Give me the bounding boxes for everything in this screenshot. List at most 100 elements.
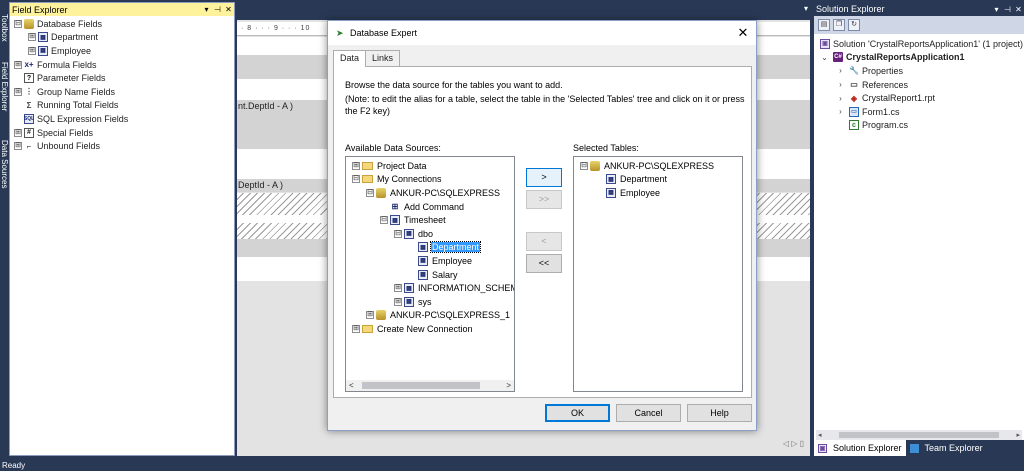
- expand-icon[interactable]: ⊞: [352, 324, 360, 333]
- field-tree: ⊟ Database Fields ⊞ ▦ Department ⊞ ▦ Emp…: [10, 16, 234, 153]
- tab-solution-explorer[interactable]: ▣ Solution Explorer: [814, 440, 906, 456]
- expand-icon[interactable]: ⊞: [14, 87, 22, 96]
- horizontal-scrollbar[interactable]: < >: [346, 380, 514, 391]
- dialog-titlebar[interactable]: ➤ Database Expert ✕: [328, 21, 756, 45]
- add-selected-button[interactable]: >: [526, 168, 562, 187]
- project-node[interactable]: ⌄ C# CrystalReportsApplication1: [814, 51, 1024, 65]
- data-sources-tab[interactable]: Data Sources: [0, 140, 9, 210]
- tree-item-form1[interactable]: › ▭ Form1.cs: [814, 105, 1024, 119]
- add-all-button[interactable]: >>: [526, 190, 562, 209]
- left-tool-window-bar: Toolbox Field Explorer Data Sources: [0, 0, 9, 460]
- pin-icon[interactable]: ⊣: [212, 5, 223, 14]
- collapse-icon[interactable]: ⊟: [380, 216, 388, 225]
- chevron-right-icon[interactable]: ›: [836, 80, 845, 89]
- tree-item-selected-employee[interactable]: ▦ Employee: [578, 186, 715, 200]
- tree-item-server-sqlexpress[interactable]: ⊟ ANKUR-PC\SQLEXPRESS: [350, 186, 514, 200]
- tree-item-server-sqlexpress-1[interactable]: ⊞ ANKUR-PC\SQLEXPRESS_1: [350, 309, 514, 323]
- close-icon[interactable]: ✕: [1013, 5, 1024, 14]
- tree-item-formula-fields[interactable]: ⊞ x+ Formula Fields: [10, 58, 234, 72]
- chevron-right-icon[interactable]: ›: [836, 94, 845, 103]
- tree-item-special-fields[interactable]: ⊞ # Special Fields: [10, 126, 234, 140]
- ok-button[interactable]: OK: [545, 404, 610, 422]
- selected-tables-tree[interactable]: ⊟ ANKUR-PC\SQLEXPRESS ▦ Department ▦ Emp…: [573, 156, 743, 392]
- tree-item-employee[interactable]: ⊞ ▦ Employee: [10, 44, 234, 58]
- remove-all-button[interactable]: <<: [526, 254, 562, 273]
- tree-item-timesheet[interactable]: ⊟ ▦ Timesheet: [350, 213, 514, 227]
- chevron-down-icon[interactable]: ⌄: [820, 53, 829, 62]
- available-data-sources-tree[interactable]: ⊞ Project Data ⊟ My Connections ⊟ ANKUR-…: [345, 156, 515, 392]
- tree-item-add-command[interactable]: ⊞ Add Command: [350, 200, 514, 214]
- expand-icon[interactable]: ⊞: [14, 60, 22, 69]
- horizontal-scrollbar[interactable]: ◂ ▸: [816, 430, 1022, 440]
- expand-icon[interactable]: ⊞: [366, 311, 374, 320]
- tree-item-selected-department[interactable]: ▦ Department: [578, 173, 715, 187]
- selected-tables-label: Selected Tables:: [573, 143, 639, 153]
- tree-item-department[interactable]: ⊞ ▦ Department: [10, 31, 234, 45]
- tab-team-explorer[interactable]: Team Explorer: [906, 440, 987, 456]
- remove-selected-button[interactable]: <: [526, 232, 562, 251]
- properties-button-icon[interactable]: ▤: [818, 19, 830, 31]
- expand-icon[interactable]: ⊞: [28, 33, 36, 42]
- sql-icon: SQL: [23, 113, 35, 124]
- field-explorer-pane: Field Explorer ▾ ⊣ ✕ ⊟ Database Fields ⊞…: [9, 2, 235, 456]
- collapse-icon[interactable]: ⊟: [580, 161, 588, 170]
- expand-icon[interactable]: ⊞: [352, 161, 360, 170]
- collapse-icon[interactable]: ⊟: [352, 175, 360, 184]
- tree-item-project-data[interactable]: ⊞ Project Data: [350, 159, 514, 173]
- tree-item-crystalreport[interactable]: › ◈ CrystalReport1.rpt: [814, 91, 1024, 105]
- toolbox-tab[interactable]: Toolbox: [0, 14, 9, 54]
- tree-item-properties[interactable]: › 🔧 Properties: [814, 64, 1024, 78]
- designer-nav-arrows[interactable]: ◁ ▷ ▯: [783, 439, 804, 448]
- solution-explorer-toolbar: ▤ ❐ ↻: [814, 16, 1024, 34]
- tree-item-department[interactable]: ▦ Department: [350, 241, 514, 255]
- expand-icon[interactable]: ⊞: [14, 142, 22, 151]
- chevron-right-icon[interactable]: ›: [836, 107, 845, 116]
- chevron-right-icon[interactable]: ›: [836, 66, 845, 75]
- expand-icon[interactable]: ⊞: [28, 46, 36, 55]
- solution-icon: ▣: [820, 38, 830, 49]
- show-all-files-icon[interactable]: ❐: [833, 19, 845, 31]
- tab-links[interactable]: Links: [365, 50, 401, 66]
- collapse-icon[interactable]: ⊟: [14, 19, 22, 28]
- close-icon[interactable]: ✕: [223, 5, 234, 14]
- tree-item-selected-server[interactable]: ⊟ ANKUR-PC\SQLEXPRESS: [578, 159, 715, 173]
- solution-node[interactable]: ▣ Solution 'CrystalReportsApplication1' …: [814, 37, 1024, 51]
- tree-item-references[interactable]: › ▭ References: [814, 78, 1024, 92]
- scroll-thumb[interactable]: [839, 432, 999, 438]
- tree-item-employee[interactable]: ▦ Employee: [350, 254, 514, 268]
- tab-dropdown-icon[interactable]: ▾: [804, 4, 808, 13]
- expand-icon[interactable]: ⊞: [394, 284, 402, 293]
- tree-item-sys[interactable]: ⊞ ▦ sys: [350, 295, 514, 309]
- pin-icon[interactable]: ⊣: [1002, 5, 1013, 14]
- dropdown-icon[interactable]: ▾: [201, 5, 212, 14]
- scroll-left-icon[interactable]: <: [349, 381, 354, 390]
- tab-data[interactable]: Data: [333, 50, 367, 67]
- expand-icon[interactable]: ⊞: [394, 297, 402, 306]
- tree-item-running-total-fields[interactable]: Σ Running Total Fields: [10, 99, 234, 113]
- tree-item-parameter-fields[interactable]: ? Parameter Fields: [10, 71, 234, 85]
- tree-item-salary[interactable]: ▦ Salary: [350, 268, 514, 282]
- collapse-icon[interactable]: ⊟: [366, 188, 374, 197]
- tree-item-sql-expression-fields[interactable]: SQL SQL Expression Fields: [10, 112, 234, 126]
- refresh-icon[interactable]: ↻: [848, 19, 860, 31]
- tree-item-create-new-connection[interactable]: ⊞ Create New Connection: [350, 322, 514, 336]
- close-icon[interactable]: ✕: [730, 25, 756, 41]
- tree-item-group-name-fields[interactable]: ⊞ ⋮ Group Name Fields: [10, 85, 234, 99]
- scroll-right-icon[interactable]: ▸: [1016, 431, 1020, 439]
- cancel-button[interactable]: Cancel: [616, 404, 681, 422]
- field-explorer-tab[interactable]: Field Explorer: [0, 62, 9, 132]
- expand-icon[interactable]: ⊞: [14, 128, 22, 137]
- tree-item-database-fields[interactable]: ⊟ Database Fields: [10, 17, 234, 31]
- tree-item-dbo[interactable]: ⊟ ▦ dbo: [350, 227, 514, 241]
- scroll-left-icon[interactable]: ◂: [818, 431, 822, 439]
- collapse-icon[interactable]: ⊟: [394, 229, 402, 238]
- unbound-icon: ⌐: [26, 141, 32, 151]
- tree-item-unbound-fields[interactable]: ⊞ ⌐ Unbound Fields: [10, 139, 234, 153]
- scroll-right-icon[interactable]: >: [506, 381, 511, 390]
- tree-item-my-connections[interactable]: ⊟ My Connections: [350, 173, 514, 187]
- tree-item-information-schema[interactable]: ⊞ ▦ INFORMATION_SCHEM: [350, 281, 514, 295]
- help-button[interactable]: Help: [687, 404, 752, 422]
- tree-item-program[interactable]: c Program.cs: [814, 119, 1024, 133]
- dropdown-icon[interactable]: ▾: [991, 5, 1002, 14]
- scroll-thumb[interactable]: [361, 382, 480, 389]
